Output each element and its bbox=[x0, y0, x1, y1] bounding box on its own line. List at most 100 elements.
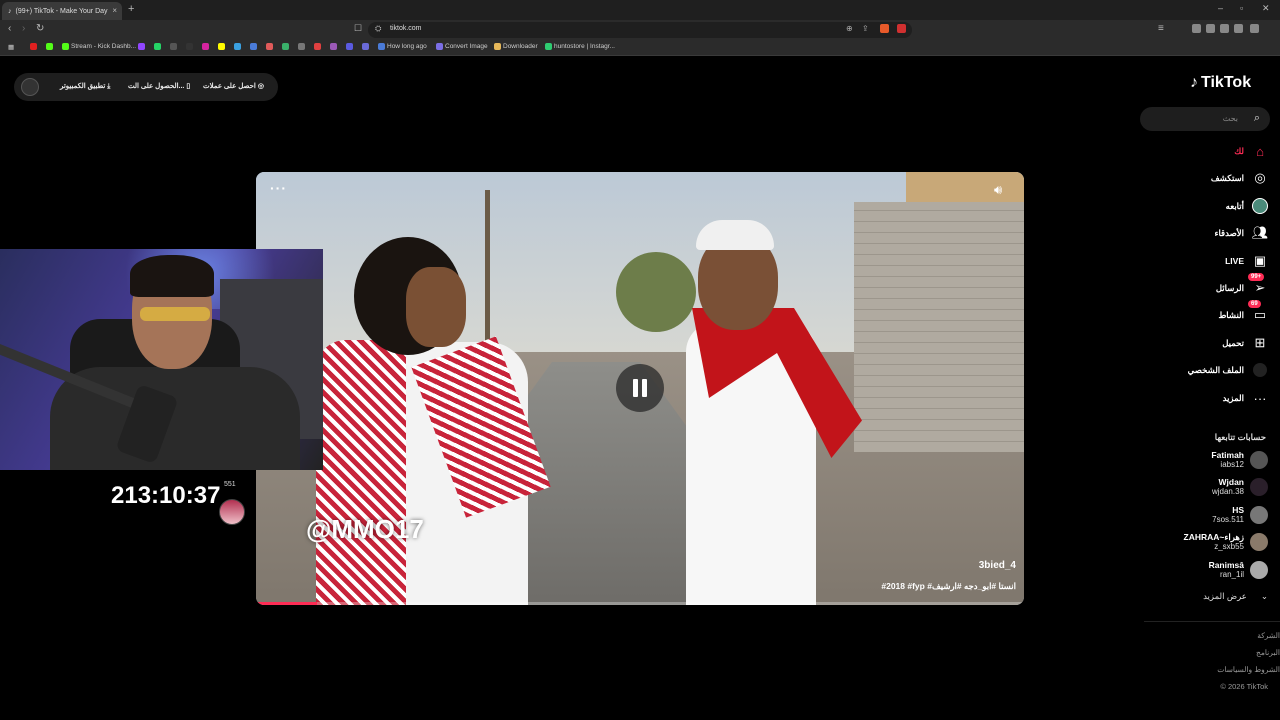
bookmark-kick-dashboard[interactable]: Stream - Kick Dashb... bbox=[62, 43, 136, 50]
tiktok-page: تطبيق الكمبيوتر ⤓ الحصول على الت... ▯ اح… bbox=[0, 57, 1280, 720]
nav-more[interactable]: المزيد ··· bbox=[1223, 388, 1268, 408]
following-account-item[interactable]: Wjdan wjdan.38 bbox=[1212, 477, 1268, 497]
kick-bookmark-icon[interactable] bbox=[46, 43, 53, 50]
home-icon: ⌂ bbox=[1256, 143, 1264, 159]
wallet-icon[interactable] bbox=[1220, 24, 1229, 33]
nav-activity[interactable]: النشاط ▭ 69 bbox=[1218, 300, 1268, 325]
twitch-bookmark-icon[interactable] bbox=[138, 43, 145, 50]
apps-icon[interactable]: ▦ bbox=[8, 43, 14, 51]
bookmark-icon-f[interactable] bbox=[314, 43, 321, 50]
video-player[interactable]: @MMO17 ··· 🔊︎ 3bied_4 #2018 #fyp #انستا … bbox=[256, 172, 1024, 605]
bookmark-icon-h[interactable] bbox=[346, 43, 353, 50]
nav-live[interactable]: LIVE ▣ bbox=[1225, 251, 1268, 271]
search-icon[interactable]: ⌕ bbox=[1254, 112, 1260, 125]
address-bar[interactable]: ⛭ tiktok.com ⊕ ⇪ bbox=[368, 22, 912, 38]
bookmark-icon-b[interactable] bbox=[250, 43, 257, 50]
stream-timer: 213:10:37 bbox=[111, 482, 221, 509]
url-text: tiktok.com bbox=[390, 25, 422, 32]
close-window-button[interactable]: ✕ bbox=[1262, 3, 1270, 14]
pause-icon[interactable] bbox=[616, 364, 664, 412]
avatar bbox=[1250, 506, 1268, 524]
zoom-icon[interactable]: ⊕ bbox=[846, 24, 853, 33]
following-account-item[interactable]: ZAHRAA~زهراء z_sxb55 bbox=[1184, 532, 1268, 552]
x-bookmark-icon[interactable] bbox=[170, 43, 177, 50]
bookmark-downloader[interactable]: Downloader bbox=[494, 43, 538, 50]
volume-icon[interactable]: 🔊︎ bbox=[994, 182, 1002, 198]
maximize-button[interactable]: ▫ bbox=[1240, 3, 1243, 13]
following-account-item[interactable]: HS 7sos.511 bbox=[1212, 505, 1268, 525]
coin-icon: ◎ bbox=[257, 83, 264, 90]
whatsapp-bookmark-icon[interactable] bbox=[154, 43, 161, 50]
browser-menu-icon[interactable]: ≡ bbox=[1158, 23, 1164, 34]
nav-following[interactable]: أتابعه bbox=[1226, 196, 1268, 216]
bookmark-icon-c[interactable] bbox=[266, 43, 273, 50]
bookmarks-bar: ▦ Stream - Kick Dashb... How long ago Co… bbox=[0, 40, 1280, 56]
browser-tab[interactable]: ♪ (99+) TikTok - Make Your Day × bbox=[2, 2, 122, 20]
site-info-icon[interactable]: ⛭ bbox=[375, 24, 381, 34]
brave-shield-icon[interactable] bbox=[880, 24, 889, 33]
nav-profile[interactable]: الملف الشخصي bbox=[1188, 360, 1268, 380]
webcam-person-glasses bbox=[140, 307, 210, 321]
following-section-title: حسابات تتابعها bbox=[1214, 432, 1266, 442]
desktop-app-button[interactable]: تطبيق الكمبيوتر ⤓ bbox=[60, 82, 110, 91]
following-account-item[interactable]: Ranimsâ ran_1il bbox=[1209, 560, 1268, 580]
bookmark-how-long-ago[interactable]: How long ago bbox=[378, 43, 427, 50]
following-account-item[interactable]: Fatimah iabs12 bbox=[1211, 450, 1268, 470]
footer-company-link[interactable]: الشركة bbox=[1257, 631, 1280, 640]
video-watermark: @MMO17 bbox=[306, 514, 424, 544]
nav-explore[interactable]: استكشف ◎ bbox=[1211, 168, 1268, 188]
bookmark-page-icon[interactable]: ☐ bbox=[354, 23, 362, 34]
bookmark-icon-e[interactable] bbox=[298, 43, 305, 50]
stream-overlay-avatar bbox=[219, 499, 245, 525]
footer-terms-link[interactable]: الشروط والسياسات bbox=[1217, 665, 1280, 674]
footer-program-link[interactable]: البرنامج bbox=[1256, 648, 1280, 657]
share-icon[interactable]: ⇪ bbox=[862, 24, 869, 33]
bookmark-icon-g[interactable] bbox=[330, 43, 337, 50]
search-input[interactable]: بحث ⌕ bbox=[1140, 107, 1270, 131]
video-scene-pole bbox=[485, 190, 490, 360]
minimize-button[interactable]: – bbox=[1218, 3, 1223, 13]
bookmark-huntostore[interactable]: huntostore | Instagr... bbox=[545, 43, 615, 50]
tiktok-note-icon: ♪ bbox=[1190, 74, 1198, 91]
instagram-bookmark-icon[interactable] bbox=[202, 43, 209, 50]
video-more-icon[interactable]: ··· bbox=[270, 180, 287, 196]
show-more-button[interactable]: عرض المزيد ⌄ bbox=[1203, 591, 1268, 602]
following-avatar-icon bbox=[1252, 198, 1268, 214]
user-avatar[interactable] bbox=[21, 78, 39, 96]
tiktok-bookmark-icon[interactable] bbox=[186, 43, 193, 50]
stream-count: 551 bbox=[224, 481, 236, 488]
get-app-button[interactable]: الحصول على الت... ▯ bbox=[128, 82, 190, 90]
sidebar-toggle-icon[interactable] bbox=[1206, 24, 1215, 33]
tiktok-logo[interactable]: ♪ TikTok bbox=[1190, 74, 1251, 92]
activity-badge: 69 bbox=[1248, 300, 1261, 308]
tab-title: (99+) TikTok - Make Your Day bbox=[15, 7, 108, 15]
reload-icon[interactable]: ↻ bbox=[36, 23, 44, 34]
friends-icon: 👥︎ bbox=[1251, 225, 1269, 240]
nav-messages[interactable]: الرسائل ➢ 99+ bbox=[1216, 273, 1268, 298]
video-progress-bar[interactable] bbox=[256, 602, 1024, 605]
tab-close-icon[interactable]: × bbox=[112, 6, 117, 15]
avatar bbox=[1250, 451, 1268, 469]
get-coins-button[interactable]: احصل على عملات ◎ bbox=[203, 82, 264, 90]
nav-for-you[interactable]: لك ⌂ bbox=[1234, 141, 1268, 161]
new-tab-button[interactable]: + bbox=[128, 3, 134, 15]
more-icon: ··· bbox=[1253, 390, 1267, 406]
video-author[interactable]: 3bied_4 bbox=[979, 560, 1016, 571]
nav-upload[interactable]: تحميل ⊞ bbox=[1222, 333, 1268, 353]
search-placeholder: بحث bbox=[1222, 114, 1238, 123]
forward-icon[interactable]: › bbox=[22, 23, 25, 34]
bookmark-icon-a[interactable] bbox=[234, 43, 241, 50]
bookmark-icon-i[interactable] bbox=[362, 43, 369, 50]
extension-icon[interactable] bbox=[1192, 24, 1201, 33]
browser-tab-bar: ♪ (99+) TikTok - Make Your Day × + – ▫ ✕ bbox=[0, 0, 1280, 20]
video-progress-fill bbox=[256, 602, 318, 605]
bookmark-convert-image[interactable]: Convert Image bbox=[436, 43, 488, 50]
nav-friends[interactable]: الأصدقاء 👥︎ bbox=[1214, 223, 1268, 243]
leo-icon[interactable] bbox=[1234, 24, 1243, 33]
bookmark-icon-d[interactable] bbox=[282, 43, 289, 50]
snapchat-bookmark-icon[interactable] bbox=[218, 43, 225, 50]
vpn-icon[interactable] bbox=[1250, 24, 1259, 33]
youtube-bookmark-icon[interactable] bbox=[30, 43, 37, 50]
rewards-icon[interactable] bbox=[897, 24, 906, 33]
back-icon[interactable]: ‹ bbox=[8, 23, 11, 34]
